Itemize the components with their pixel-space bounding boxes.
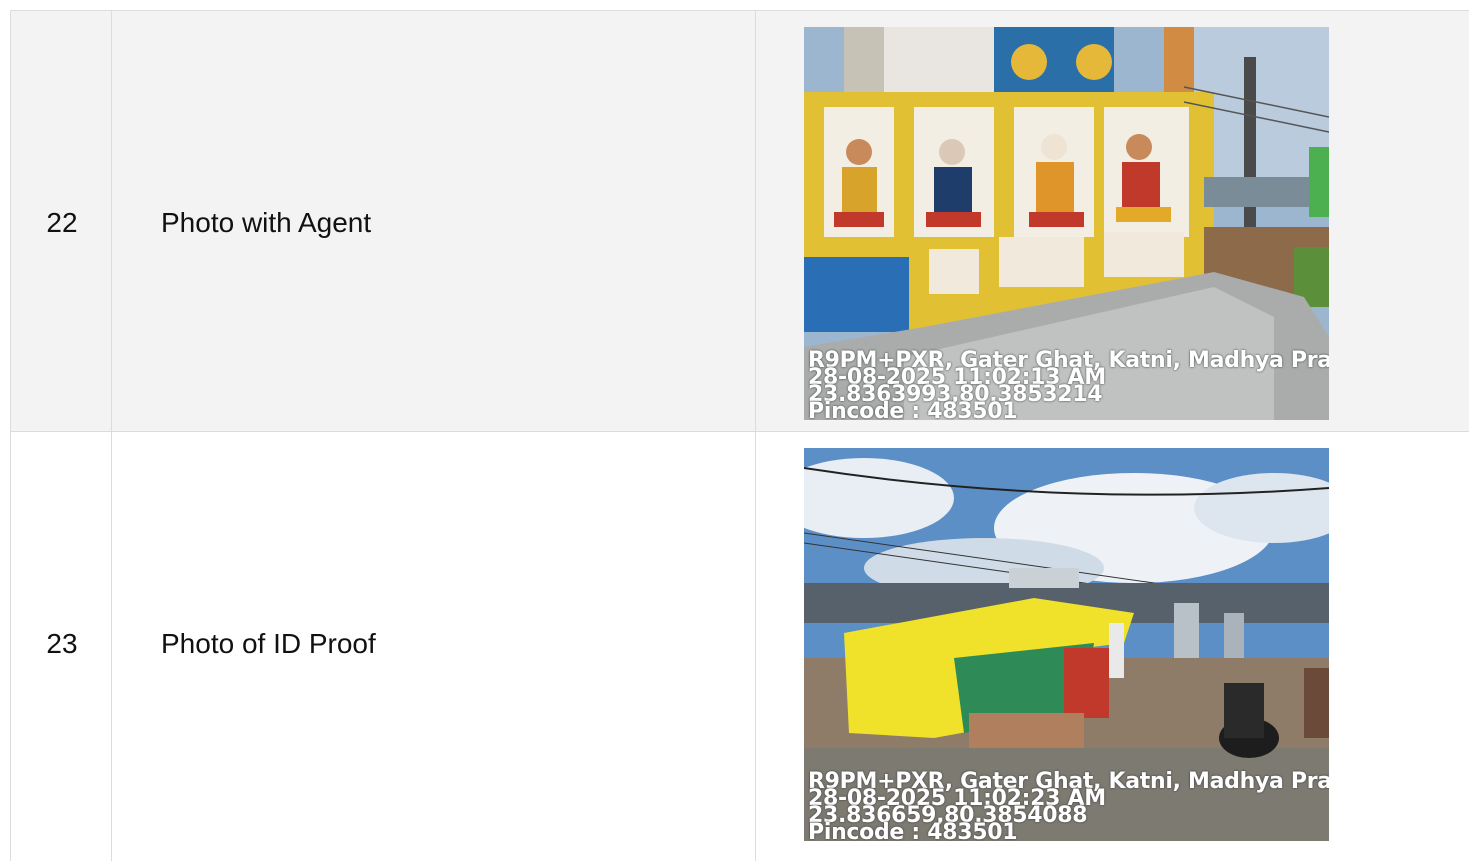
row-label: Photo with Agent	[161, 207, 372, 238]
row-number: 22	[46, 207, 78, 238]
roadside-stall-photo: R9PM+PXR, Gater Ghat, Katni, Madhya Prad…	[804, 448, 1329, 841]
row-photo-cell: R9PM+PXR, Gater Ghat, Katni, Madhya Prad…	[756, 432, 1469, 861]
table-row: 22 Photo with Agent R9PM+PXR, Gater Ghat…	[10, 10, 1469, 431]
row-number: 23	[46, 628, 78, 659]
row-label-cell: Photo of ID Proof	[112, 432, 756, 861]
temple-statues-photo: R9PM+PXR, Gater Ghat, Katni, Madhya Prad…	[804, 27, 1329, 420]
photo-stamp: R9PM+PXR, Gater Ghat, Katni, Madhya Prad…	[808, 350, 1329, 421]
row-number-cell: 23	[10, 432, 112, 861]
table-row: 23 Photo of ID Proof R9PM+PXR, Gater Gha…	[10, 431, 1469, 861]
row-label-cell: Photo with Agent	[112, 11, 756, 431]
row-photo-cell: R9PM+PXR, Gater Ghat, Katni, Madhya Prad…	[756, 11, 1469, 431]
photo-stamp: R9PM+PXR, Gater Ghat, Katni, Madhya Prad…	[808, 771, 1329, 842]
row-label: Photo of ID Proof	[161, 628, 376, 659]
row-number-cell: 22	[10, 11, 112, 431]
